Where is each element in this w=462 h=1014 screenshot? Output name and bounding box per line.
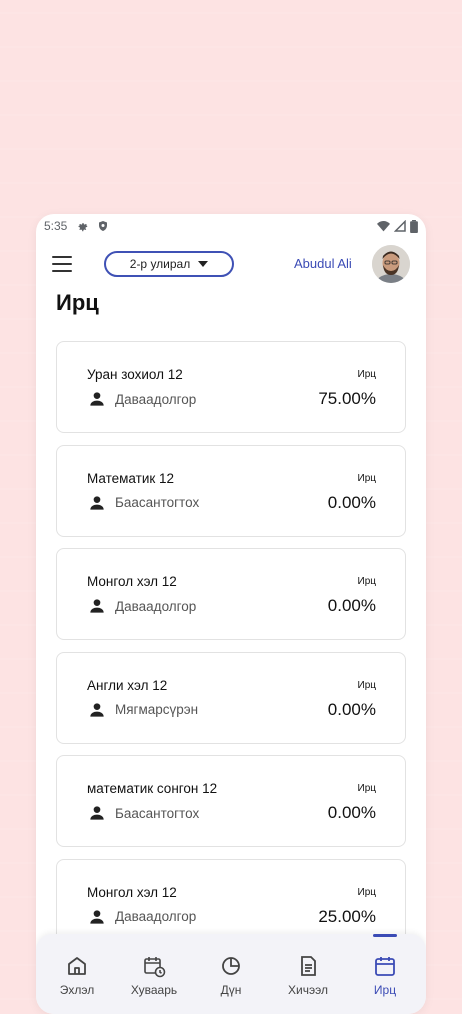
wifi-icon (377, 220, 390, 232)
attendance-list: Уран зохиол 12 Даваадолгор Ирц 75.00% Ма… (56, 341, 406, 962)
teacher-row: Даваадолгор (87, 596, 196, 616)
attendance-value: 0.00% (327, 699, 376, 719)
attendance-card[interactable]: Англи хэл 12 Мягмарсүрэн Ирц 0.00% (56, 651, 406, 744)
nav-item-grades[interactable]: Дүн (192, 934, 270, 1014)
app-bar: 2-р улирал Abudul Ali (36, 244, 426, 284)
attendance-value: 75.00% (318, 389, 376, 408)
teacher-name: Даваадолгор (115, 391, 197, 407)
person-icon (90, 702, 104, 717)
teacher-name: Даваадолгор (115, 598, 197, 614)
nav-label: Ирц (373, 983, 397, 997)
status-bar: 5:35 (36, 214, 426, 238)
attendance-card[interactable]: Монгол хэл 12 Даваадолгор Ирц 0.00% (56, 548, 406, 640)
attendance-value: 0.00% (327, 596, 376, 615)
chevron-down-icon (198, 261, 209, 267)
calendar-icon (375, 957, 395, 976)
attendance-label: Ирц (357, 472, 376, 484)
app-screen: 5:35 2-р улирал Abudul Ali Ирц Уран зохи… (36, 214, 426, 1014)
teacher-row: Баасантогтох (87, 493, 199, 513)
person-icon (90, 909, 104, 924)
document-icon (301, 956, 316, 976)
teacher-name: Мягмарсүрэн (115, 702, 199, 717)
subject-name: математик сонгон 12 (87, 781, 218, 796)
status-right (377, 219, 418, 233)
semester-label: 2-р улирал (129, 257, 191, 271)
shield-status-icon (99, 221, 108, 231)
attendance-value: 25.00% (318, 906, 376, 926)
subject-name: Монгол хэл 12 (87, 884, 177, 900)
battery-icon (410, 219, 418, 233)
attendance-label: Ирц (357, 576, 376, 587)
calendar-clock-icon (144, 957, 166, 978)
active-indicator (373, 934, 397, 937)
pie-chart-icon (222, 957, 240, 975)
status-time: 5:35 (44, 219, 68, 233)
attendance-card[interactable]: Уран зохиол 12 Даваадолгор Ирц 75.00% (56, 341, 406, 433)
attendance-label: Ирц (357, 369, 376, 380)
teacher-row: Даваадолгор (87, 389, 196, 409)
nav-label: Дүн (220, 983, 242, 997)
nav-label: Хуваарь (130, 983, 178, 997)
avatar[interactable] (372, 245, 410, 283)
attendance-value: 0.00% (327, 492, 376, 512)
attendance-card[interactable]: Математик 12 Баасантогтох Ирц 0.00% (56, 444, 406, 537)
nav-item-schedule[interactable]: Хуваарь (115, 934, 193, 1014)
attendance-value: 0.00% (327, 803, 376, 822)
menu-icon[interactable] (52, 256, 72, 272)
attendance-card[interactable]: математик сонгон 12 Баасантогтох Ирц 0.0… (56, 755, 406, 847)
semester-dropdown[interactable]: 2-р улирал (104, 251, 234, 277)
teacher-name: Баасантогтох (115, 805, 200, 821)
person-icon (90, 392, 104, 406)
subject-name: Монгол хэл 12 (87, 574, 177, 589)
teacher-name: Даваадолгор (115, 909, 197, 924)
signal-icon (394, 220, 406, 232)
teacher-row: Даваадолгор (87, 907, 196, 927)
user-name[interactable]: Abudul Ali (294, 256, 352, 271)
page-title: Ирц (56, 290, 99, 315)
nav-item-lessons[interactable]: Хичээл (269, 934, 347, 1014)
subject-name: Англи хэл 12 (87, 677, 168, 693)
nav-item-attendance[interactable]: Ирц (346, 934, 424, 1014)
settings-status-icon (78, 223, 88, 232)
person-icon (90, 599, 104, 613)
teacher-name: Баасантогтох (115, 495, 200, 510)
bottom-nav: Эхлэл Хуваарь Дүн Хичээл Ирц (36, 934, 426, 1014)
home-icon (68, 957, 86, 975)
subject-name: Математик 12 (87, 470, 175, 486)
nav-label: Эхлэл (59, 983, 95, 997)
subject-name: Уран зохиол 12 (87, 367, 183, 382)
nav-item-home[interactable]: Эхлэл (38, 934, 116, 1014)
attendance-label: Ирц (357, 886, 376, 898)
person-icon (90, 495, 104, 510)
attendance-label: Ирц (357, 679, 376, 691)
attendance-label: Ирц (357, 783, 376, 794)
teacher-row: Мягмарсүрэн (87, 700, 198, 720)
teacher-row: Баасантогтох (87, 803, 199, 823)
person-icon (90, 806, 104, 820)
nav-label: Хичээл (288, 983, 328, 997)
